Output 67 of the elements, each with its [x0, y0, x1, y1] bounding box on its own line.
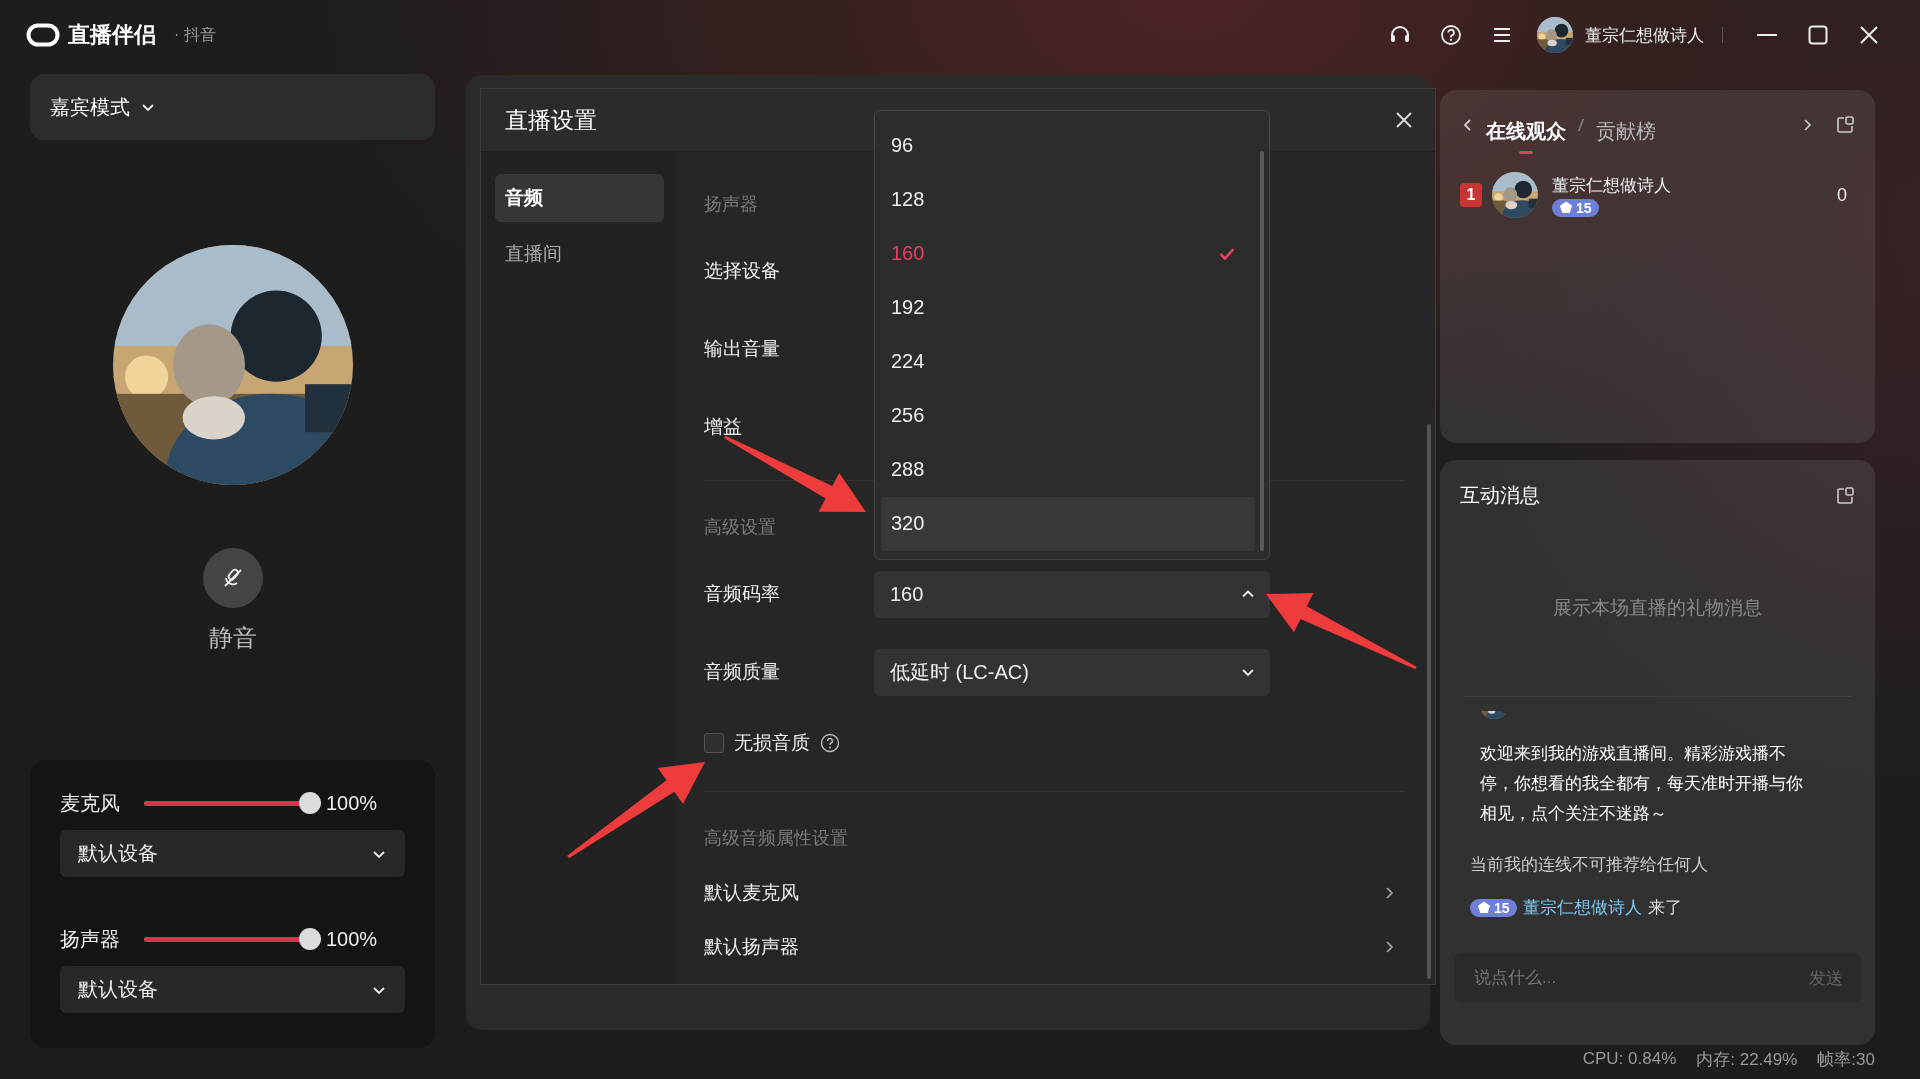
- select-field[interactable]: 低延时 (LC-AC): [874, 648, 1270, 696]
- viewer-tab[interactable]: 贡献榜: [1592, 108, 1660, 154]
- mute-label: 静音: [208, 623, 257, 653]
- popout-icon[interactable]: [1835, 115, 1855, 135]
- mode-dropdown[interactable]: 嘉宾模式: [30, 74, 435, 140]
- section-heading: 高级音频属性设置: [704, 827, 848, 850]
- panel-title: 互动消息: [1460, 483, 1540, 508]
- help-icon: [1439, 24, 1462, 46]
- settings-link[interactable]: 默认麦克风: [704, 866, 1405, 920]
- status-text: 内存: 22.49%: [1696, 1048, 1798, 1071]
- help-icon[interactable]: [820, 733, 840, 753]
- rank-badge: 1: [1460, 183, 1482, 207]
- select-field[interactable]: 160: [874, 570, 1270, 618]
- volume-reading: 100%: [326, 791, 378, 815]
- maximize-icon: [1807, 25, 1828, 45]
- gem-icon: [1477, 901, 1491, 914]
- viewer-score: 0: [1837, 184, 1847, 206]
- section-heading: 高级设置: [704, 516, 776, 539]
- gem-icon: [1559, 201, 1573, 214]
- settings-link[interactable]: 默认扬声器: [704, 920, 1405, 974]
- dropdown-option[interactable]: 192: [881, 280, 1255, 335]
- viewer-name[interactable]: 董宗仁想做诗人: [1552, 173, 1827, 197]
- level-badge: 15: [1470, 898, 1517, 917]
- user-link[interactable]: 董宗仁想做诗人: [1522, 896, 1642, 919]
- status-text: 帧率:30: [1817, 1048, 1875, 1071]
- platform-label: · 抖音: [174, 24, 216, 45]
- dropdown-option[interactable]: 128: [881, 172, 1255, 227]
- dropdown-option[interactable]: 160: [881, 226, 1255, 281]
- level-badge: 15: [1552, 198, 1599, 217]
- channel-label: 麦克风: [60, 790, 121, 816]
- checkbox[interactable]: [704, 733, 724, 753]
- nav-tab[interactable]: 音频: [495, 174, 664, 222]
- join-text: 来了: [1647, 897, 1682, 919]
- logo-icon: [26, 23, 60, 47]
- viewer-tab[interactable]: 在线观众: [1482, 108, 1570, 154]
- device-dropdown[interactable]: 默认设备: [60, 966, 405, 1013]
- setting-label: 选择设备: [704, 259, 781, 283]
- popout-icon[interactable]: [1835, 485, 1855, 506]
- app-title: 直播伴侣: [68, 21, 156, 49]
- menu-icon: [1491, 26, 1512, 44]
- dropdown-option[interactable]: 256: [881, 388, 1255, 443]
- volume-reading: 100%: [326, 927, 378, 951]
- user-name[interactable]: 董宗仁想做诗人: [1585, 23, 1704, 47]
- slider-thumb[interactable]: [299, 928, 321, 950]
- chat-message: 欢迎来到我的游戏直播间。精彩游戏播不停，你想看的我全都有，每天准时开播与你相见，点个关注不迷路～: [1480, 743, 1804, 825]
- system-notice: 当前我的连线不可推荐给任何人: [1470, 854, 1709, 876]
- section-heading: 扬声器: [704, 193, 758, 216]
- dropdown-option[interactable]: 96: [881, 118, 1255, 173]
- device-dropdown[interactable]: 默认设备: [60, 830, 405, 877]
- setting-label: 音频质量: [704, 660, 781, 684]
- dropdown-option[interactable]: 320: [881, 496, 1255, 551]
- dropdown-option[interactable]: 288: [881, 442, 1255, 497]
- setting-label: 音频码率: [704, 582, 781, 606]
- checkbox-label: 无损音质: [734, 731, 810, 755]
- minimize-icon: [1756, 34, 1777, 36]
- check-icon: [1219, 246, 1235, 261]
- nav-tab[interactable]: 直播间: [495, 230, 664, 278]
- slider-thumb[interactable]: [299, 792, 321, 814]
- close-icon: [1395, 111, 1413, 129]
- empty-message: 展示本场直播的礼物消息: [1552, 596, 1763, 620]
- close-icon: [1859, 26, 1878, 44]
- dialog-title: 直播设置: [505, 105, 597, 135]
- status-text: CPU: 0.84%: [1582, 1049, 1677, 1069]
- channel-label: 扬声器: [60, 926, 121, 952]
- dropdown-option[interactable]: 224: [881, 334, 1255, 389]
- setting-label: 输出音量: [704, 337, 781, 361]
- setting-label: 增益: [704, 415, 743, 439]
